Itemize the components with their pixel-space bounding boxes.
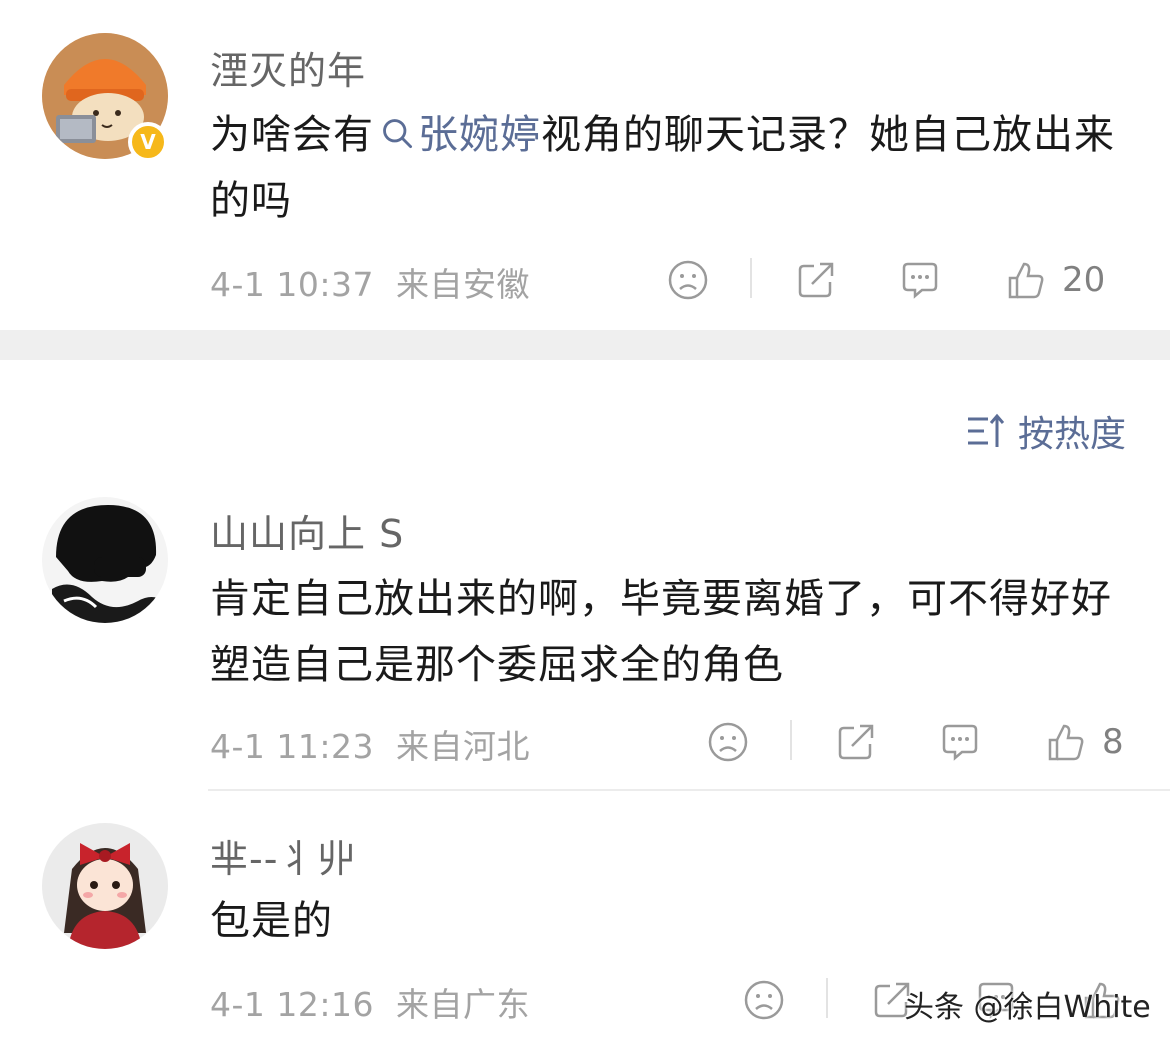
watermark: 头条 @徐白White xyxy=(904,990,1151,1025)
comment-location: 来自广东 xyxy=(395,985,530,1024)
comment-text: 包是的 xyxy=(210,898,333,944)
divider xyxy=(826,978,828,1018)
comment-meta: 4-1 12:16 来自广东 xyxy=(210,978,530,1026)
comment-item: 芈--丬丱 包是的 4-1 12:16 来自广东 xyxy=(0,0,1170,1046)
dislike-button[interactable] xyxy=(742,976,786,1024)
comment-time: 4-1 12:16 xyxy=(210,985,374,1024)
avatar[interactable] xyxy=(42,823,168,949)
sad-face-icon xyxy=(744,980,784,1020)
username[interactable]: 芈--丬丱 xyxy=(210,828,356,883)
